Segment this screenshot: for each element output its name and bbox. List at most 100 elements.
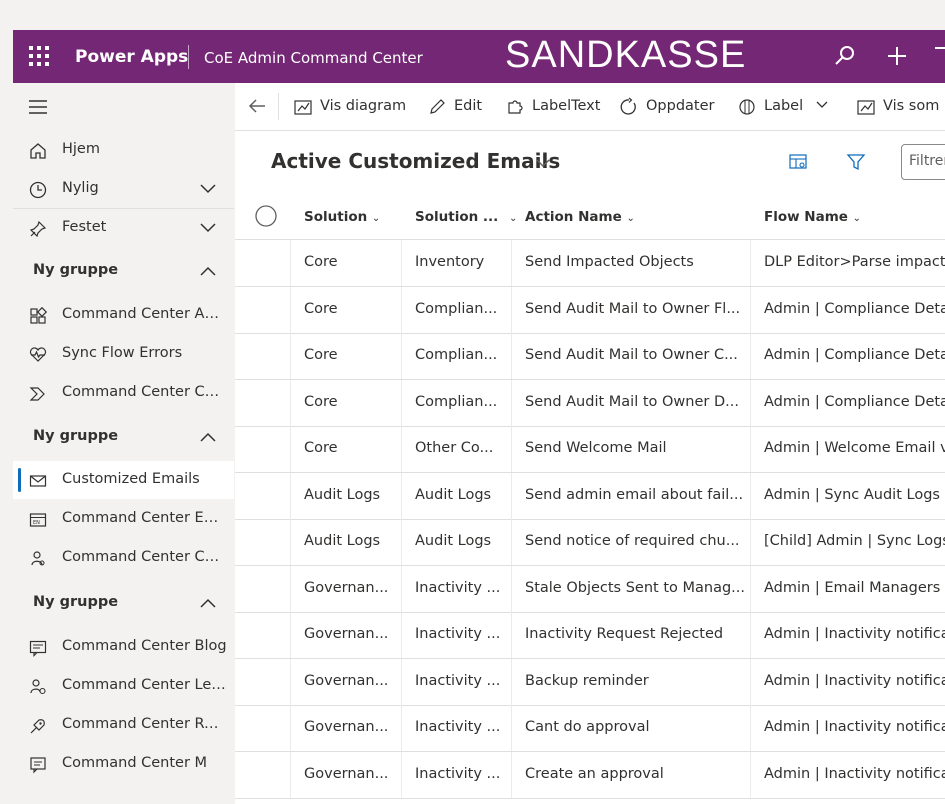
column-divider [750,240,751,286]
nav-item-command-center-m[interactable]: Command Center M [13,745,234,783]
nav-item-pinned[interactable]: Festet [13,209,234,247]
edit-button[interactable]: Edit [427,96,487,118]
edit-columns-icon[interactable] [788,152,808,172]
chevron-up-icon[interactable] [199,265,217,277]
table-cell[interactable]: Send Welcome Mail [525,440,750,456]
label-label: Label [764,98,804,114]
table-cell[interactable]: Send Audit Mail to Owner C... [525,347,750,363]
nav-item-customized-emails[interactable]: Customized Emails [13,461,234,499]
table-row[interactable]: Governan... Inactivity ... Backup reminder… [235,658,945,706]
nav-item-command-center-config[interactable]: Command Center Config [13,539,234,577]
table-cell[interactable]: Send Audit Mail to Owner D... [525,394,750,410]
refresh-button[interactable]: Oppdater [619,96,719,118]
chevron-up-icon[interactable] [199,597,217,609]
nav-item-label: Command Center Connectors [62,384,227,400]
table-row[interactable]: Governan... Inactivity ... Inactivity Requ… [235,612,945,659]
chevron-up-icon[interactable] [199,431,217,443]
table-cell[interactable]: Admin | Compliance Detail [764,301,945,317]
table-row[interactable]: Audit Logs Audit Logs Send notice of requi… [235,519,945,566]
nav-item-label: Command Center Config [62,549,227,565]
column-header-label: Flow Name [764,209,848,225]
table-cell[interactable]: Admin | Email Managers Ig [764,580,945,596]
nav-item-sync-flow-errors[interactable]: Sync Flow Errors [13,335,234,373]
table-cell[interactable]: Admin | Inactivity notificati [764,626,945,642]
table-cell: Audit Logs [304,486,381,503]
connector-icon [29,387,45,401]
column-divider [750,286,751,333]
svg-text:EN: EN [33,520,40,526]
table-cell[interactable]: Stale Objects Sent to Manag... [525,580,750,596]
column-divider [290,286,291,333]
label-button[interactable]: Label [737,96,837,118]
nav-item-label: Hjem [62,141,100,157]
table-cell: Inactivity ... [415,719,501,735]
hamburger-menu-icon[interactable] [28,99,48,115]
table-cell[interactable]: Admin | Compliance Detail [764,347,945,363]
table-row[interactable]: Governan... Inactivity ... Cant do approva… [235,705,945,752]
show-chart-button[interactable]: Vis diagram [293,96,407,118]
table-cell[interactable]: Inactivity Request Rejected [525,626,750,642]
table-cell[interactable]: DLP Editor>Parse impacted [764,254,945,270]
labeltext-label: LabelText [532,98,601,114]
show-chart-label: Vis diagram [320,98,407,114]
view-title[interactable]: Active Customized Emails [271,149,560,173]
table-row[interactable]: Core Other Co... Send Welcome Mail Admin | … [235,426,945,473]
table-cell[interactable]: Admin | Inactivity notificati [764,719,945,735]
back-arrow-icon[interactable] [248,98,266,114]
labeltext-button[interactable]: LabelText [505,96,605,118]
refresh-icon [620,97,636,115]
table-row[interactable]: Core Inventory Send Impacted Objects DLP Ed… [235,240,945,287]
table-cell[interactable]: Send notice of required chu... [525,533,750,549]
add-icon[interactable] [885,44,909,68]
column-divider [290,565,291,612]
app-launcher-icon[interactable] [29,46,49,66]
search-icon[interactable] [833,44,857,68]
nav-item-command-center-learn[interactable]: Command Center Learn [13,667,234,705]
brand-name[interactable]: Power Apps [75,47,188,67]
table-cell[interactable]: Admin | Sync Audit Logs [764,487,945,503]
table-cell[interactable]: Send Impacted Objects [525,254,750,270]
filter-icon[interactable] [935,44,945,68]
nav-item-home[interactable]: Hjem [13,131,234,169]
column-divider [750,612,751,658]
chevron-down-icon[interactable] [535,157,551,169]
table-cell[interactable]: Admin | Compliance Detail [764,394,945,410]
column-divider [750,705,751,751]
table-cell[interactable]: Admin | Welcome Email v3 [764,440,945,456]
app-header: Power Apps CoE Admin Command Center SAND… [13,30,945,83]
chevron-down-icon[interactable] [199,221,217,233]
app-name[interactable]: CoE Admin Command Center [204,49,423,67]
nav-item-command-center-blog[interactable]: Command Center Blog [13,628,234,666]
table-cell[interactable]: Cant do approval [525,719,750,735]
table-cell[interactable]: Admin | Inactivity notificati [764,766,945,782]
chevron-down-icon[interactable] [199,182,217,194]
table-row[interactable]: Core Complian... Send Audit Mail to Owner … [235,286,945,334]
table-row[interactable]: Core Complian... Send Audit Mail to Owner … [235,333,945,380]
show-as-button[interactable]: Vis som [856,96,945,118]
nav-item-command-center-apps[interactable]: Command Center Apps [13,296,234,334]
table-row[interactable]: Governan... Inactivity ... Create an appro… [235,751,945,799]
pencil-icon [430,99,445,114]
table-cell[interactable]: Admin | Inactivity notificati [764,673,945,689]
table-cell[interactable]: Send Audit Mail to Owner Fl... [525,301,750,317]
chevron-down-icon[interactable] [815,100,829,110]
environment-banner: SANDKASSE [505,34,747,76]
nav-item-command-center-connectors[interactable]: Command Center Connectors [13,374,234,412]
column-divider [290,426,291,472]
environment-icon: EN [29,513,47,527]
learn-icon [30,679,46,695]
table-cell[interactable]: Send admin email about fail... [525,487,750,503]
filter-input[interactable]: Filtrer [901,144,945,180]
select-all-checkbox[interactable] [255,205,277,227]
nav-item-command-center-environment[interactable]: EN Command Center Environment [13,500,234,538]
table-cell[interactable]: Backup reminder [525,673,750,689]
filter-icon[interactable] [846,152,866,172]
table-row[interactable]: Audit Logs Audit Logs Send admin email abo… [235,472,945,520]
nav-item-recent[interactable]: Nylig [13,170,234,208]
nav-item-command-center-release[interactable]: Command Center Release [13,706,234,744]
table-cell[interactable]: Create an approval [525,766,750,782]
table-row[interactable]: Core Complian... Send Audit Mail to Owner … [235,379,945,427]
column-divider [290,240,291,286]
table-row[interactable]: Governan... Inactivity ... Stale Objects S… [235,565,945,613]
table-cell[interactable]: [Child] Admin | Sync Logs [764,533,945,549]
